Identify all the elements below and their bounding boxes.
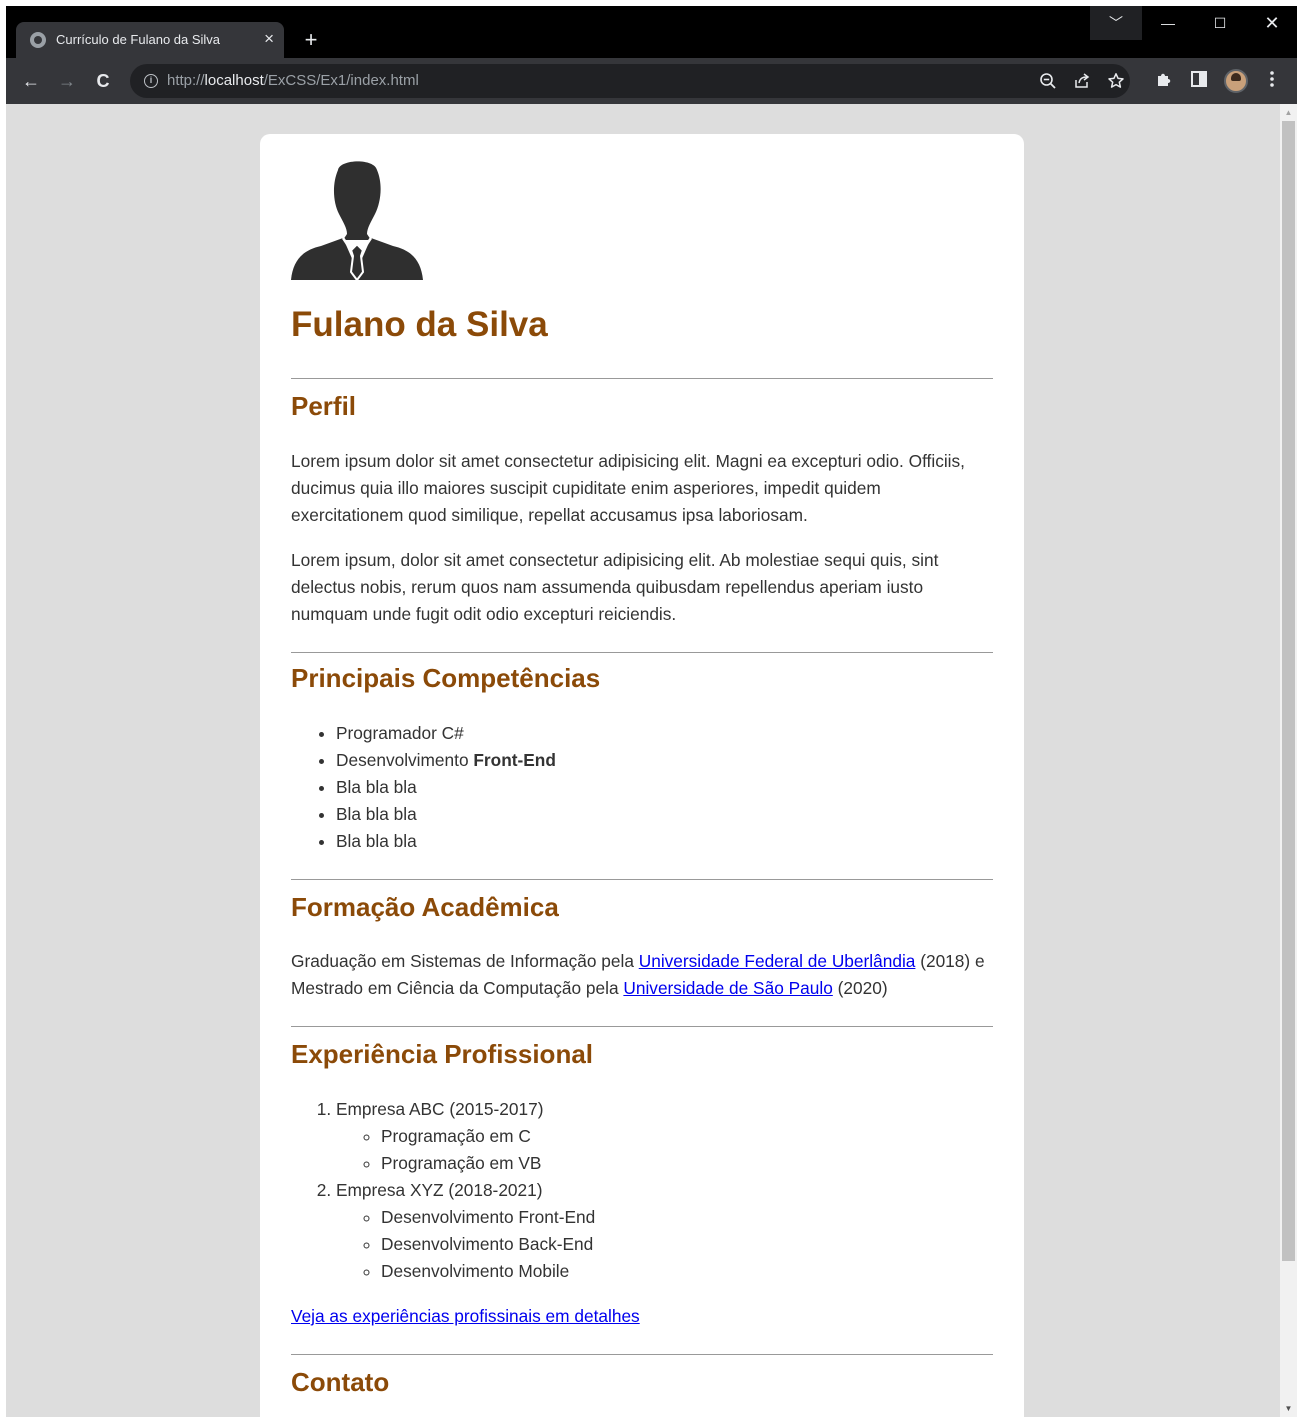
list-item: Bla bla bla — [336, 828, 993, 855]
job-item: Empresa XYZ (2018-2021) Desenvolvimento … — [336, 1177, 993, 1285]
tab-close-icon[interactable]: × — [264, 29, 274, 49]
job-item: Empresa ABC (2015-2017) Programação em C… — [336, 1096, 993, 1177]
section-divider — [291, 1354, 993, 1355]
list-item: Desenvolvimento Front-End — [381, 1204, 993, 1231]
address-bar[interactable]: i http://localhost/ExCSS/Ex1/index.html — [130, 64, 1130, 98]
zoom-out-icon[interactable] — [1038, 72, 1058, 90]
url-text: http://localhost/ExCSS/Ex1/index.html — [167, 72, 419, 89]
scroll-down-arrow-icon[interactable]: ▼ — [1280, 1400, 1297, 1417]
skills-list: Programador C# Desenvolvimento Front-End… — [291, 720, 993, 855]
reload-button[interactable]: C — [90, 68, 116, 94]
page-title: Fulano da Silva — [291, 305, 548, 344]
ufu-link[interactable]: Universidade Federal de Uberlândia — [639, 951, 916, 971]
browser-tab[interactable]: Currículo de Fulano da Silva × — [16, 22, 284, 58]
education-text-part: (2020) — [832, 978, 888, 998]
new-tab-button[interactable]: + — [299, 29, 323, 53]
section-divider — [291, 879, 993, 880]
url-scheme: http:// — [167, 72, 205, 89]
list-item: Programação em VB — [381, 1150, 993, 1177]
info-icon[interactable]: i — [144, 74, 158, 88]
experience-list: Empresa ABC (2015-2017) Programação em C… — [291, 1096, 993, 1285]
title-bar: Currículo de Fulano da Silva × + ﹀ — ☐ ✕ — [6, 6, 1297, 58]
tab-title: Currículo de Fulano da Silva — [56, 32, 221, 47]
education-heading: Formação Acadêmica — [291, 892, 559, 922]
profile-silhouette-icon — [291, 161, 423, 280]
globe-icon — [30, 32, 46, 48]
star-icon[interactable] — [1106, 72, 1126, 90]
browser-window: Currículo de Fulano da Silva × + ﹀ — ☐ ✕… — [6, 6, 1297, 1417]
list-item: Bla bla bla — [336, 774, 993, 801]
side-panel-icon[interactable] — [1189, 70, 1209, 88]
list-item: Desenvolvimento Front-End — [336, 747, 993, 774]
experience-heading: Experiência Profissional — [291, 1039, 594, 1069]
profile-paragraph: Lorem ipsum, dolor sit amet consectetur … — [291, 550, 939, 624]
profile-section: Lorem ipsum dolor sit amet consectetur a… — [291, 448, 993, 628]
profile-avatar[interactable] — [1224, 69, 1248, 93]
education-text: Graduação em Sistemas de Informação pela… — [291, 948, 993, 1002]
list-item: Bla bla bla — [336, 801, 993, 828]
vertical-scrollbar[interactable]: ▲ ▼ — [1280, 104, 1297, 1417]
experience-details: Veja as experiências profissinais em det… — [291, 1303, 993, 1330]
back-button[interactable]: ← — [18, 68, 44, 94]
list-item: Desenvolvimento Mobile — [381, 1258, 993, 1285]
url-path: /ExCSS/Ex1/index.html — [263, 72, 419, 89]
education-text-part: Graduação em Sistemas de Informação pela — [291, 951, 639, 971]
forward-button[interactable]: → — [54, 68, 80, 94]
section-divider — [291, 378, 993, 379]
section-divider — [291, 1026, 993, 1027]
job-title: Empresa ABC (2015-2017) — [336, 1099, 544, 1119]
skill-text: Desenvolvimento — [336, 750, 474, 770]
experience-details-link[interactable]: Veja as experiências profissinais em det… — [291, 1306, 640, 1326]
scrollbar-thumb[interactable] — [1282, 121, 1295, 1261]
maximize-button[interactable]: ☐ — [1194, 6, 1246, 40]
close-window-button[interactable]: ✕ — [1246, 6, 1297, 40]
browser-toolbar: ← → C i http://localhost/ExCSS/Ex1/index… — [6, 58, 1297, 104]
usp-link[interactable]: Universidade de São Paulo — [623, 978, 832, 998]
profile-paragraph: Lorem ipsum dolor sit amet consectetur a… — [291, 451, 965, 525]
job-tasks: Programação em C Programação em VB — [336, 1123, 993, 1177]
job-title: Empresa XYZ (2018-2021) — [336, 1180, 543, 1200]
list-item: Programação em C — [381, 1123, 993, 1150]
skills-heading: Principais Competências — [291, 663, 601, 693]
tab-search-chevron-icon[interactable]: ﹀ — [1090, 6, 1142, 40]
share-icon[interactable] — [1072, 72, 1092, 90]
url-host: localhost — [204, 72, 264, 89]
menu-icon[interactable] — [1262, 70, 1282, 88]
job-tasks: Desenvolvimento Front-End Desenvolviment… — [336, 1204, 993, 1285]
list-item: Desenvolvimento Back-End — [381, 1231, 993, 1258]
section-divider — [291, 652, 993, 653]
resume-card: Fulano da Silva Perfil Lorem ipsum dolor… — [260, 134, 1024, 1417]
contact-heading: Contato — [291, 1367, 390, 1397]
profile-heading: Perfil — [291, 391, 357, 421]
extensions-icon[interactable] — [1154, 70, 1174, 88]
skill-bold-text: Front-End — [473, 750, 556, 770]
scroll-up-arrow-icon[interactable]: ▲ — [1280, 104, 1297, 121]
minimize-button[interactable]: — — [1142, 6, 1194, 40]
page-viewport: Fulano da Silva Perfil Lorem ipsum dolor… — [6, 104, 1297, 1417]
list-item: Programador C# — [336, 720, 993, 747]
